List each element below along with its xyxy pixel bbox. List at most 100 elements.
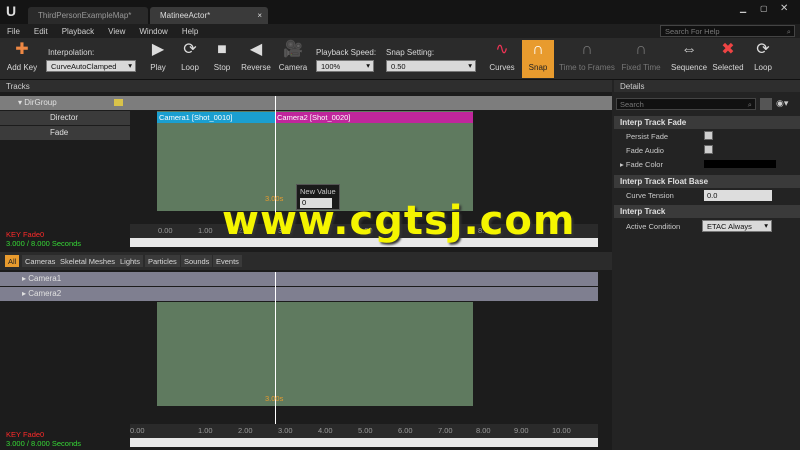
- tick-label: 3.00: [278, 426, 293, 435]
- group-label: ▾ DirGroup: [14, 96, 61, 110]
- tick-label: 0.00: [130, 426, 145, 435]
- filter-particles[interactable]: Particles: [145, 255, 180, 267]
- play-button[interactable]: ▶ Play: [144, 40, 172, 78]
- play-label: Play: [150, 63, 166, 72]
- filter-all[interactable]: All: [5, 255, 20, 267]
- section1-title: Interp Track Fade: [620, 118, 687, 127]
- filter-bar: All Cameras Skeletal Meshes Lights Parti…: [0, 252, 612, 270]
- curves-icon: ∿: [495, 41, 509, 58]
- details-search-input[interactable]: Search ⌕: [616, 98, 756, 110]
- toolbar: ✚ Add Key Interpolation: CurveAutoClamped…: [0, 38, 800, 80]
- close-icon[interactable]: ×: [257, 11, 262, 20]
- ruler-bottom[interactable]: 0.00 1.00 2.00 3.00 4.00 5.00 6.00 7.00 …: [130, 424, 598, 438]
- grid-view-icon[interactable]: [760, 98, 772, 110]
- snap-setting-select[interactable]: 0.50: [386, 60, 476, 72]
- playhead-line-bottom[interactable]: [275, 272, 276, 432]
- tab-matinee-label: MatineeActor*: [160, 11, 211, 20]
- tick-label: 4.00: [318, 426, 333, 435]
- time-to-frames-button[interactable]: ∩ Time to Frames: [558, 40, 616, 78]
- filter-events[interactable]: Events: [213, 255, 242, 267]
- eye-icon[interactable]: ◉▾: [776, 98, 788, 109]
- playback-speed-select[interactable]: 100%: [316, 60, 374, 72]
- loop-label: Loop: [181, 63, 199, 72]
- active-condition-value: ETAC Always: [707, 222, 752, 231]
- menu-edit[interactable]: Edit: [27, 27, 55, 36]
- group-track-row[interactable]: [0, 272, 598, 286]
- tracks-panel: Tracks ▾ DirGroup Director Fade Camera1 …: [0, 80, 612, 450]
- tab-matinee[interactable]: MatineeActor* ×: [150, 7, 268, 24]
- scrollbar-bottom[interactable]: [130, 438, 598, 447]
- add-key-label: Add Key: [6, 63, 38, 72]
- search-help-input[interactable]: Search For Help ⌕: [660, 25, 795, 37]
- fixed-time-button[interactable]: ∩ Fixed Time: [620, 40, 662, 78]
- tracks-title: Tracks: [6, 82, 30, 91]
- tab-map[interactable]: ThirdPersonExampleMap*: [28, 7, 148, 24]
- window-close-button[interactable]: ✕: [780, 3, 788, 14]
- camera2-label: Camera2: [28, 289, 62, 298]
- selected-icon: ✖: [721, 41, 735, 58]
- filter-cameras[interactable]: Cameras: [22, 255, 59, 267]
- tracks-panel-header: Tracks: [0, 80, 612, 92]
- interpolation-select[interactable]: CurveAutoClamped: [46, 60, 136, 72]
- window-maximize-button[interactable]: ▢: [760, 4, 768, 13]
- shot-camera1[interactable]: Camera1 [Shot_0010]: [157, 112, 275, 123]
- persist-fade-checkbox[interactable]: [704, 131, 713, 140]
- loop-button[interactable]: ⟳ Loop: [176, 40, 204, 78]
- fade-label: Fade: [50, 128, 69, 137]
- section-interp-track-fade[interactable]: Interp Track Fade: [614, 116, 800, 129]
- key-label-top: KEY Fade0: [6, 230, 45, 239]
- menu-help[interactable]: Help: [175, 27, 205, 36]
- tick-label: 1.00: [198, 226, 213, 235]
- key-readout-bottom: KEY Fade0 3.000 / 8.000 Seconds: [6, 430, 81, 448]
- fade-color-label: ▸ Fade Color: [620, 160, 663, 169]
- bottom-timeline[interactable]: [157, 302, 473, 406]
- fade-audio-checkbox[interactable]: [704, 145, 713, 154]
- loop-view-button[interactable]: ⟳ Loop: [748, 40, 778, 78]
- active-condition-select[interactable]: ETAC Always: [702, 220, 772, 232]
- details-search-placeholder: Search: [620, 100, 644, 109]
- shot-camera2[interactable]: Camera2 [Shot_0020]: [275, 112, 473, 123]
- curve-tension-input[interactable]: 0.0: [704, 190, 772, 201]
- group-track-row[interactable]: [0, 287, 598, 301]
- filter-sounds[interactable]: Sounds: [181, 255, 213, 267]
- magnet-icon: ∩: [532, 41, 544, 58]
- snap-button[interactable]: ∩ Snap: [522, 40, 554, 78]
- time-readout-bottom: 3.000 / 8.000 Seconds: [6, 439, 82, 448]
- camera-button[interactable]: 🎥 Camera: [276, 40, 310, 78]
- curves-button[interactable]: ∿ Curves: [486, 40, 518, 78]
- tick-label: 9.00: [514, 426, 529, 435]
- group-row[interactable]: [0, 96, 612, 110]
- search-icon: ⌕: [747, 100, 752, 109]
- menu-window[interactable]: Window: [132, 27, 174, 36]
- camera1-label: Camera1: [28, 274, 62, 283]
- selected-button[interactable]: ✖ Selected: [710, 40, 746, 78]
- window-minimize-button[interactable]: ▁: [740, 4, 746, 13]
- tick-label: 1.00: [198, 426, 213, 435]
- tick-label: 7.00: [438, 426, 453, 435]
- filter-skeletal[interactable]: Skeletal Meshes: [57, 255, 119, 267]
- stop-button[interactable]: ■ Stop: [208, 40, 236, 78]
- interpolation-label: Interpolation:: [48, 48, 95, 57]
- filter-lights[interactable]: Lights: [117, 255, 144, 267]
- folder-icon: [114, 99, 123, 106]
- fade-color-swatch[interactable]: [704, 160, 776, 168]
- sequence-button[interactable]: ⇔ Sequence: [670, 40, 708, 78]
- details-panel: Details Search ⌕ ◉▾ Interp Track Fade Per…: [614, 80, 800, 450]
- key-label-bottom: KEY Fade0: [6, 430, 45, 439]
- popup-label: New Value: [300, 187, 336, 196]
- menu-playback[interactable]: Playback: [55, 27, 101, 36]
- key-readout-top: KEY Fade0 3.000 / 8.000 Seconds: [6, 230, 81, 248]
- search-icon: ⌕: [786, 27, 791, 36]
- reverse-label: Reverse: [241, 63, 271, 72]
- add-key-button[interactable]: ✚ Add Key: [4, 40, 40, 78]
- add-key-icon: ✚: [15, 41, 29, 58]
- section-interp-track-float-base[interactable]: Interp Track Float Base: [614, 175, 800, 188]
- menu-view[interactable]: View: [101, 27, 132, 36]
- section-interp-track[interactable]: Interp Track: [614, 205, 800, 218]
- camera1-track-label: ▸ Camera1: [18, 272, 65, 286]
- snap-label: Snap: [528, 63, 548, 72]
- curve-tension-value: 0.0: [707, 191, 718, 200]
- reverse-button[interactable]: ◀ Reverse: [238, 40, 274, 78]
- tick-label: 10.00: [552, 426, 571, 435]
- menu-file[interactable]: File: [0, 27, 27, 36]
